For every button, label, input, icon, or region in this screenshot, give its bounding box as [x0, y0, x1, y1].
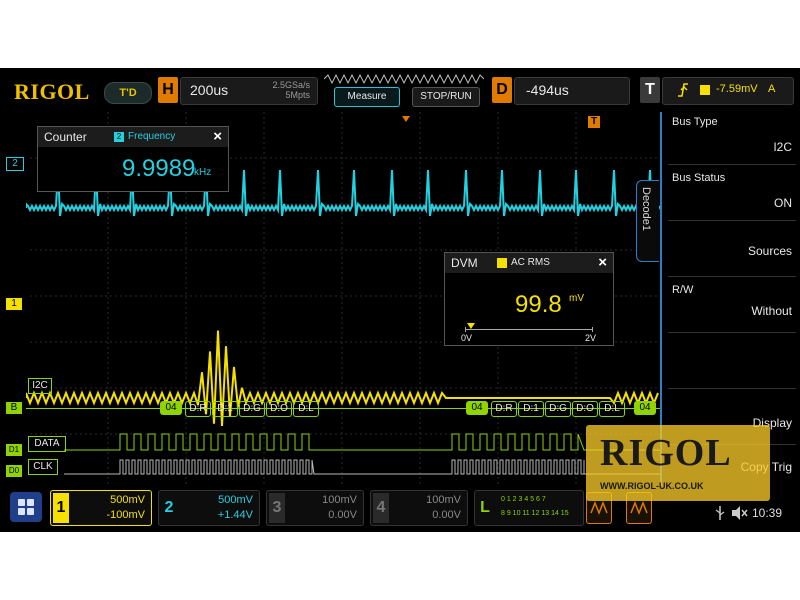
grid-menu-icon: [18, 499, 34, 515]
dvm-close-button[interactable]: ×: [598, 254, 607, 271]
trigger-level: -7.59mV: [716, 83, 758, 95]
clk-channel-label[interactable]: CLK: [28, 459, 58, 475]
ch4-settings[interactable]: 4 100mV 0.00V: [370, 490, 468, 526]
counter-close-button[interactable]: ×: [213, 128, 222, 145]
trigger-channel: A: [768, 83, 776, 95]
bus-data-1-l[interactable]: D:L: [293, 401, 319, 417]
brand-logo: RIGOL: [14, 79, 90, 104]
bus-label[interactable]: I2C: [28, 378, 52, 394]
decode-tab[interactable]: Decode1: [636, 180, 659, 262]
ch3-settings[interactable]: 3 100mV 0.00V: [266, 490, 364, 526]
bus-data-2-l[interactable]: D:L: [599, 401, 625, 417]
measure-button[interactable]: Measure: [334, 87, 400, 107]
counter-title: Counter: [44, 130, 87, 144]
ch2-marker[interactable]: 2: [6, 157, 24, 171]
counter-popup[interactable]: Counter 2 Frequency × 9.9989 kHz: [37, 126, 229, 192]
dvm-scale-bar: [465, 329, 593, 330]
counter-mode: Frequency: [128, 131, 176, 142]
timebase-value: 200us: [190, 82, 229, 98]
delay-value: -494us: [526, 82, 569, 98]
dvm-unit: mV: [569, 293, 584, 304]
horizontal-tag[interactable]: H: [158, 77, 178, 103]
digital-waveforms: [64, 433, 660, 475]
bus-data-1-o[interactable]: D:O: [266, 401, 292, 417]
trigger-source-icon: [700, 85, 710, 95]
decode-tab-label: Decode1: [640, 187, 652, 232]
dvm-scale-min: 0V: [461, 333, 473, 343]
mute-icon[interactable]: [730, 505, 748, 521]
d1-marker[interactable]: D1: [6, 444, 22, 456]
menu-bus-status[interactable]: Bus Status ON: [668, 168, 796, 221]
dvm-popup[interactable]: DVM AC RMS × 99.8 mV 0V 2V: [444, 252, 614, 346]
bus-address-1[interactable]: 04: [160, 401, 182, 415]
oscilloscope-screen: RIGOL T'D H 200us 2.5GSa/s 5Mpts Measure…: [0, 68, 800, 532]
counter-value: 9.9989: [122, 155, 196, 182]
logic-channels[interactable]: L 0 1 2 3 4 5 6 7 8 9 10 11 12 13 14 15: [474, 490, 584, 526]
menu-bus-type[interactable]: Bus Type I2C: [668, 112, 796, 165]
ch1-settings[interactable]: 1 500mV -100mV: [50, 490, 152, 526]
sample-rate: 2.5GSa/s: [272, 80, 310, 90]
bus-data-2-r[interactable]: D:R: [491, 401, 517, 417]
dvm-value: 99.8: [515, 291, 562, 318]
usb-icon: [715, 506, 725, 520]
mode-badge[interactable]: T'D: [104, 82, 152, 104]
bus-address-2[interactable]: 04: [466, 401, 488, 415]
watermark-logo: RIGOL: [600, 432, 732, 474]
menu-spacer: [668, 336, 796, 389]
bus-data-1-r[interactable]: D:R: [185, 401, 211, 417]
watermark-url: WWW.RIGOL-UK.CO.UK: [600, 481, 704, 491]
home-button[interactable]: [10, 492, 42, 522]
bus-data-2-1[interactable]: D:1: [518, 401, 544, 417]
bus-address-3[interactable]: 04: [634, 401, 656, 415]
data-channel-label[interactable]: DATA: [28, 436, 66, 452]
bus-data-1-1[interactable]: D:1: [212, 401, 238, 417]
dvm-channel-icon: [497, 258, 507, 268]
bus-data-2-g[interactable]: D:G: [545, 401, 571, 417]
memory-bar-icon: [324, 74, 484, 84]
trigger-tag[interactable]: T: [640, 77, 660, 103]
ch1-marker[interactable]: 1: [6, 298, 22, 310]
d0-marker[interactable]: D0: [6, 465, 22, 477]
ch2-settings[interactable]: 2 500mV +1.44V: [158, 490, 260, 526]
bus-data-1-g[interactable]: D:G: [239, 401, 265, 417]
rigol-watermark: RIGOL WWW.RIGOL-UK.CO.UK: [586, 425, 770, 501]
clock: 10:39: [752, 506, 783, 520]
dvm-scale-max: 2V: [585, 333, 597, 343]
top-bar: RIGOL T'D H 200us 2.5GSa/s 5Mpts Measure…: [0, 68, 800, 110]
counter-unit: kHz: [194, 167, 212, 178]
trigger-flag: T: [588, 116, 600, 128]
bus-marker[interactable]: B: [6, 402, 22, 414]
counter-channel-icon: 2: [114, 132, 124, 142]
dvm-title: DVM: [451, 256, 478, 270]
menu-sources[interactable]: Sources: [668, 224, 796, 277]
bus-data-2-o[interactable]: D:O: [572, 401, 598, 417]
menu-rw[interactable]: R/W Without: [668, 280, 796, 333]
trigger-edge-icon: [678, 83, 688, 97]
delay-tag[interactable]: D: [492, 77, 512, 103]
stop-run-button[interactable]: STOP/RUN: [412, 87, 480, 107]
memory-depth: 5Mpts: [285, 90, 310, 100]
dvm-level-pointer: [467, 323, 476, 329]
dvm-mode: AC RMS: [511, 257, 550, 268]
